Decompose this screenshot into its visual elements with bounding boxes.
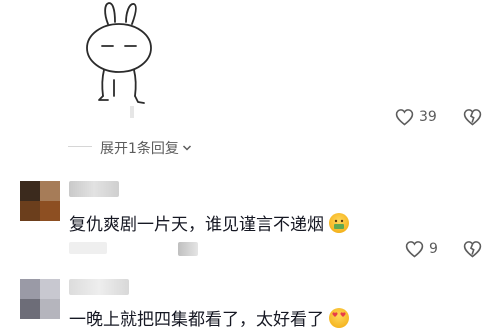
reply-button[interactable] bbox=[178, 242, 198, 256]
heart-icon bbox=[395, 109, 414, 126]
avatar[interactable] bbox=[20, 279, 60, 319]
expand-replies-button[interactable]: 展开1条回复 bbox=[100, 138, 193, 158]
comment-text: 复仇爽剧一片天，谁见谨言不递烟 bbox=[69, 210, 350, 235]
comment-text: 一晚上就把四集都看了，太好看了 bbox=[69, 305, 350, 330]
expand-divider bbox=[68, 146, 92, 147]
dislike-button[interactable] bbox=[463, 240, 482, 258]
like-button[interactable]: 39 bbox=[395, 108, 437, 126]
username[interactable] bbox=[69, 181, 119, 197]
heart-eyes-emoji bbox=[329, 308, 350, 328]
money-mouth-emoji bbox=[329, 213, 350, 233]
broken-heart-icon bbox=[463, 109, 482, 126]
expand-label: 展开1条回复 bbox=[100, 141, 179, 157]
dislike-button[interactable] bbox=[463, 108, 482, 126]
heart-icon bbox=[405, 241, 424, 258]
avatar[interactable] bbox=[20, 181, 60, 221]
sticker-mark bbox=[130, 106, 134, 118]
comment-time bbox=[69, 242, 107, 254]
bunny-sticker bbox=[86, 2, 152, 104]
chevron-down-icon bbox=[182, 145, 191, 151]
like-count: 39 bbox=[419, 109, 437, 125]
broken-heart-icon bbox=[463, 241, 482, 258]
username[interactable] bbox=[69, 279, 129, 295]
like-button[interactable]: 9 bbox=[405, 240, 438, 258]
like-count: 9 bbox=[429, 241, 438, 257]
